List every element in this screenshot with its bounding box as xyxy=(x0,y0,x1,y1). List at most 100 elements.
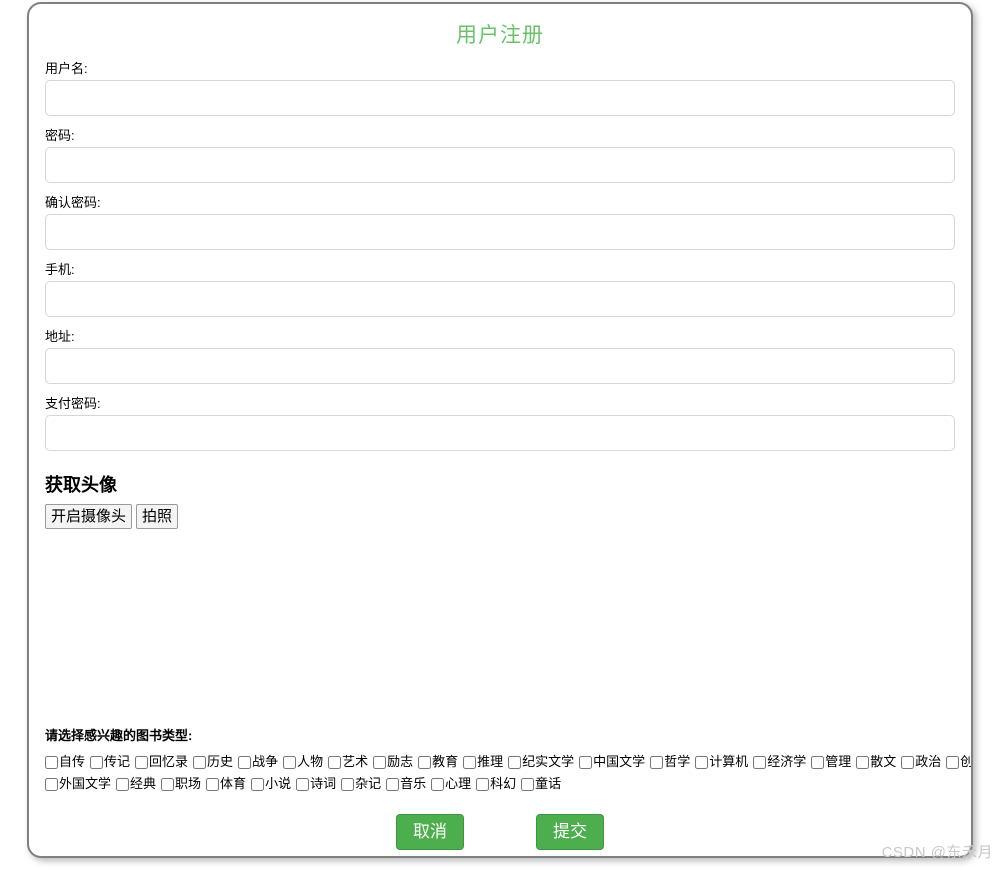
interests-title: 请选择感兴趣的图书类型: xyxy=(45,728,193,743)
interest-checkbox[interactable] xyxy=(135,755,149,769)
interest-checkbox[interactable] xyxy=(116,777,130,791)
interest-checkbox-item[interactable]: 回忆录 xyxy=(135,754,188,770)
interest-checkbox[interactable] xyxy=(811,755,825,769)
interest-checkbox[interactable] xyxy=(431,777,445,791)
interest-checkbox-item[interactable]: 创业史 xyxy=(946,754,971,770)
interest-checkbox[interactable] xyxy=(341,777,355,791)
interest-checkbox-item[interactable]: 散文 xyxy=(856,754,896,770)
interest-checkbox[interactable] xyxy=(753,755,767,769)
interest-checkbox-item[interactable]: 小说 xyxy=(251,776,291,792)
interest-checkbox-item[interactable]: 科幻 xyxy=(476,776,516,792)
take-photo-button[interactable]: 拍照 xyxy=(136,504,179,529)
interest-label: 纪实文学 xyxy=(522,754,575,769)
interest-checkbox-item[interactable]: 自传 xyxy=(45,754,85,770)
interest-label: 教育 xyxy=(432,754,459,769)
open-camera-button[interactable]: 开启摄像头 xyxy=(45,504,133,529)
interest-checkbox[interactable] xyxy=(521,777,535,791)
interest-checkbox[interactable] xyxy=(45,755,58,769)
label-username: 用户名: xyxy=(45,61,88,76)
interest-checkbox-item[interactable]: 艺术 xyxy=(328,754,368,770)
interest-label: 传记 xyxy=(104,754,131,769)
interest-checkbox-item[interactable]: 外国文学 xyxy=(45,776,111,792)
pay-password-input[interactable] xyxy=(45,415,955,451)
interest-checkbox[interactable] xyxy=(650,755,664,769)
interest-checkbox[interactable] xyxy=(579,755,593,769)
interest-checkbox[interactable] xyxy=(283,755,297,769)
interest-checkbox[interactable] xyxy=(386,777,400,791)
interest-checkbox[interactable] xyxy=(251,777,265,791)
interest-checkbox[interactable] xyxy=(193,755,207,769)
interest-label: 童话 xyxy=(535,776,562,791)
cancel-button[interactable]: 取消 xyxy=(396,814,464,850)
camera-controls: 开启摄像头 拍照 xyxy=(45,504,955,529)
interest-label: 中国文学 xyxy=(593,754,646,769)
password-input[interactable] xyxy=(45,147,955,183)
interest-label: 外国文学 xyxy=(59,776,112,791)
interest-checkbox-item[interactable]: 经典 xyxy=(116,776,156,792)
interest-checkbox-item[interactable]: 纪实文学 xyxy=(508,754,574,770)
interest-checkbox-item[interactable]: 音乐 xyxy=(386,776,426,792)
interest-checkbox[interactable] xyxy=(901,755,915,769)
confirm-password-input[interactable] xyxy=(45,214,955,250)
submit-button[interactable]: 提交 xyxy=(536,814,604,850)
interest-checkbox[interactable] xyxy=(695,755,709,769)
interest-label: 经济学 xyxy=(767,754,807,769)
username-input[interactable] xyxy=(45,80,955,116)
interest-label: 科幻 xyxy=(490,776,517,791)
interest-checkbox-item[interactable]: 计算机 xyxy=(695,754,748,770)
interest-checkbox-item[interactable]: 诗词 xyxy=(296,776,336,792)
interest-label: 音乐 xyxy=(400,776,427,791)
interest-label: 历史 xyxy=(207,754,234,769)
interest-checkbox[interactable] xyxy=(463,755,477,769)
interest-label: 推理 xyxy=(477,754,504,769)
interest-checkbox[interactable] xyxy=(45,777,58,791)
interest-label: 政治 xyxy=(915,754,942,769)
interest-checkbox-item[interactable]: 职场 xyxy=(161,776,201,792)
interest-checkbox[interactable] xyxy=(328,755,342,769)
interest-checkbox[interactable] xyxy=(161,777,175,791)
interest-checkbox-item[interactable]: 童话 xyxy=(521,776,561,792)
phone-input[interactable] xyxy=(45,281,955,317)
interest-checkbox-item[interactable]: 历史 xyxy=(193,754,233,770)
interest-checkbox[interactable] xyxy=(856,755,870,769)
interest-label: 心理 xyxy=(445,776,472,791)
interest-checkbox-item[interactable]: 哲学 xyxy=(650,754,690,770)
interest-checkbox-item[interactable]: 管理 xyxy=(811,754,851,770)
label-phone: 手机: xyxy=(45,262,75,277)
interest-label: 自传 xyxy=(59,754,86,769)
interest-checkbox[interactable] xyxy=(508,755,522,769)
label-password: 密码: xyxy=(45,128,75,143)
camera-preview-area xyxy=(45,529,955,725)
interest-checkbox-item[interactable]: 心理 xyxy=(431,776,471,792)
interest-checkbox-item[interactable]: 教育 xyxy=(418,754,458,770)
interest-label: 励志 xyxy=(387,754,414,769)
address-input[interactable] xyxy=(45,348,955,384)
page-title: 用户注册 xyxy=(456,24,544,47)
interest-checkbox-item[interactable]: 经济学 xyxy=(753,754,806,770)
interest-checkbox[interactable] xyxy=(946,755,960,769)
interest-label: 人物 xyxy=(297,754,324,769)
csdn-watermark: CSDN @东禾月 xyxy=(881,844,993,861)
interest-checkbox-item[interactable]: 体育 xyxy=(206,776,246,792)
interest-label: 计算机 xyxy=(709,754,749,769)
avatar-section-heading: 获取头像 xyxy=(45,475,117,495)
label-confirm-password: 确认密码: xyxy=(45,195,101,210)
interest-checkbox-item[interactable]: 中国文学 xyxy=(579,754,645,770)
interest-checkbox[interactable] xyxy=(90,755,104,769)
interest-checkbox[interactable] xyxy=(238,755,252,769)
interest-checkbox[interactable] xyxy=(418,755,432,769)
interest-checkbox[interactable] xyxy=(296,777,310,791)
interest-checkbox-item[interactable]: 战争 xyxy=(238,754,278,770)
interest-checkbox-item[interactable]: 励志 xyxy=(373,754,413,770)
interest-checkbox-item[interactable]: 人物 xyxy=(283,754,323,770)
interest-checkbox[interactable] xyxy=(373,755,387,769)
interest-checkbox-item[interactable]: 政治 xyxy=(901,754,941,770)
interest-label: 哲学 xyxy=(664,754,691,769)
interest-checkbox-item[interactable]: 推理 xyxy=(463,754,503,770)
interest-label: 职场 xyxy=(175,776,202,791)
interest-checkbox[interactable] xyxy=(206,777,220,791)
interest-checkbox-item[interactable]: 传记 xyxy=(90,754,130,770)
interest-checkbox-item[interactable]: 杂记 xyxy=(341,776,381,792)
interest-label: 小说 xyxy=(265,776,292,791)
interest-checkbox[interactable] xyxy=(476,777,490,791)
